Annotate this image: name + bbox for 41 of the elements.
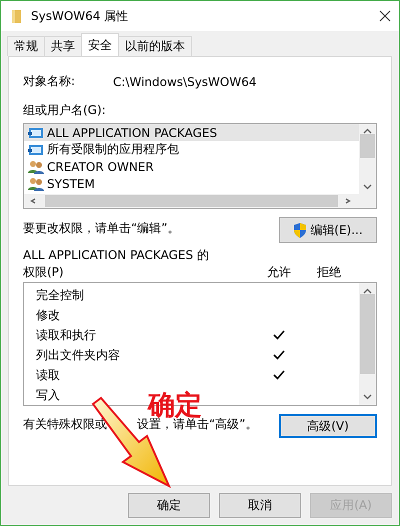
scrollbar-thumb[interactable] xyxy=(360,294,375,374)
object-name-value: C:\Windows\SysWOW64 xyxy=(113,74,256,88)
group-item[interactable]: SYSTEM xyxy=(24,175,359,192)
scrollbar-thumb[interactable] xyxy=(360,134,375,158)
edit-button[interactable]: 编辑(E)... xyxy=(279,217,377,243)
group-item[interactable]: ALL APPLICATION PACKAGES xyxy=(24,124,359,141)
dialog-button[interactable]: 确定 xyxy=(128,493,210,518)
dialog-button[interactable]: 取消 xyxy=(219,493,301,518)
package-icon xyxy=(28,142,44,156)
edit-hint: 要更改权限，请单击“编辑”。 xyxy=(23,220,180,236)
object-name-label: 对象名称: xyxy=(23,73,76,90)
permission-name: 列出文件夹内容 xyxy=(36,346,120,364)
column-header: 允许 xyxy=(266,264,292,281)
permission-name: 读取 xyxy=(36,366,60,384)
scroll-up-icon[interactable] xyxy=(363,128,372,134)
permissions-label: 权限(P) xyxy=(23,264,65,281)
permission-name: 读取和执行 xyxy=(36,326,96,344)
scroll-down-icon[interactable] xyxy=(363,184,372,190)
permission-name: 写入 xyxy=(36,386,60,404)
permission-name: 完全控制 xyxy=(36,286,84,304)
package-icon xyxy=(28,126,44,140)
close-icon[interactable] xyxy=(379,10,391,22)
shield-icon xyxy=(293,222,308,238)
group-item[interactable]: 所有受限制的应用程序包 xyxy=(24,141,359,158)
groups-label: 组或用户名(G): xyxy=(23,102,107,119)
users-icon xyxy=(28,160,44,174)
scrollbar-thumb[interactable] xyxy=(45,195,338,207)
scroll-up-icon[interactable] xyxy=(363,288,372,294)
scroll-down-icon[interactable] xyxy=(363,394,372,400)
column-header: 拒绝 xyxy=(316,264,342,281)
scroll-right-icon[interactable] xyxy=(344,198,353,204)
folder-icon xyxy=(11,9,23,23)
tab[interactable]: 常规 xyxy=(7,36,45,56)
users-icon xyxy=(28,176,44,190)
permission-name: 修改 xyxy=(36,306,60,324)
window-title: SysWOW64 属性 xyxy=(31,8,130,24)
permissions-title: ALL APPLICATION PACKAGES 的 xyxy=(23,247,210,264)
tab[interactable]: 安全 xyxy=(81,33,119,56)
group-item[interactable]: CREATOR OWNER xyxy=(24,158,359,175)
advanced-button[interactable]: 高级(V) xyxy=(279,414,377,438)
tab[interactable]: 以前的版本 xyxy=(118,36,192,56)
